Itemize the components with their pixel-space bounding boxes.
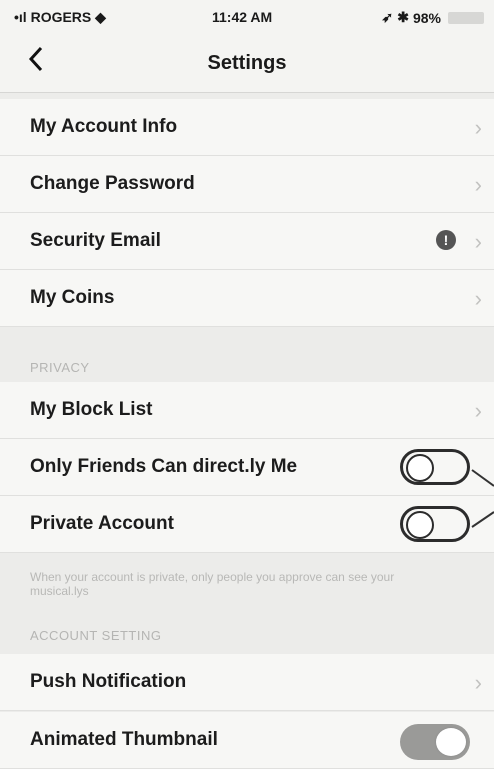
- annotation-lines: [471, 469, 494, 528]
